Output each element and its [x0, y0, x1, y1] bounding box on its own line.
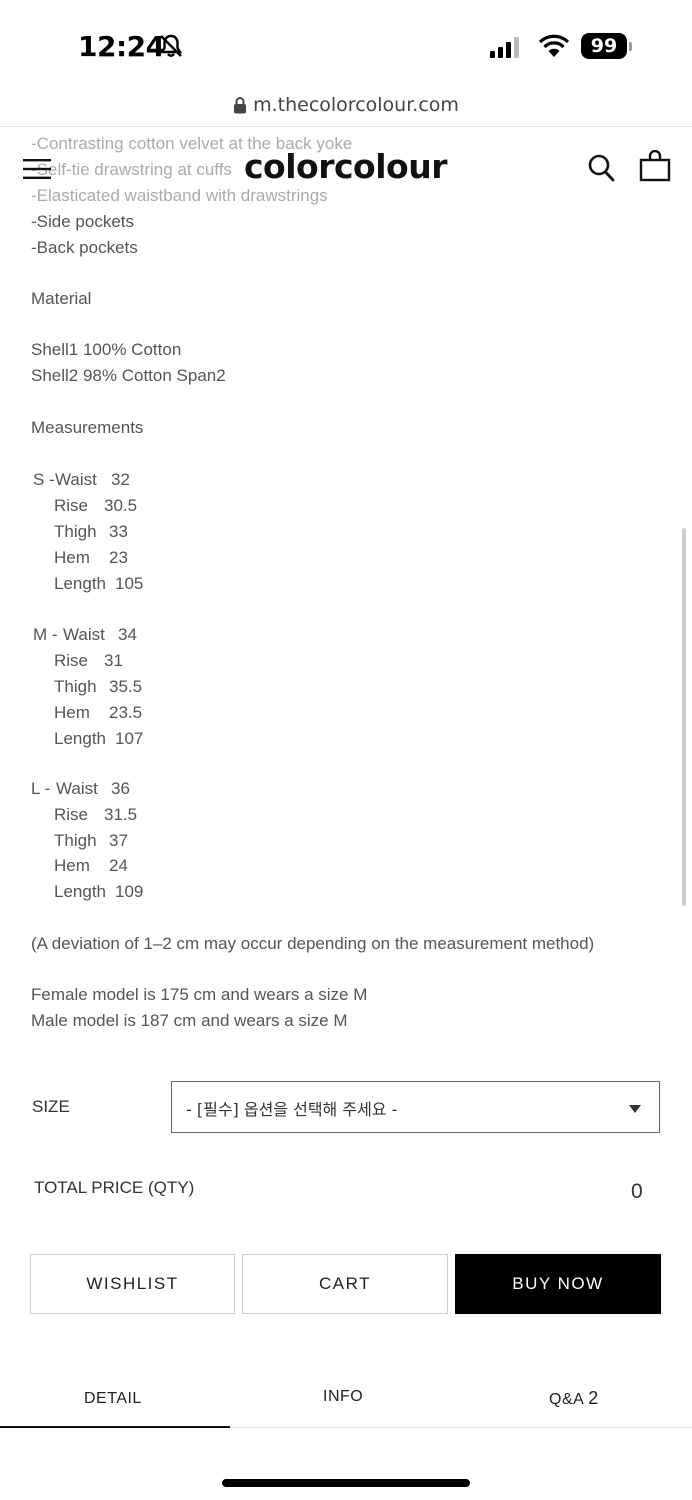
size-label: SIZE [32, 1097, 70, 1116]
shopping-bag-icon[interactable] [639, 150, 671, 182]
tab-qa[interactable]: Q&A 2 [549, 1388, 599, 1409]
feature-line: -Side pockets [31, 212, 134, 231]
measure-name: Waist [63, 625, 105, 644]
total-price-label: TOTAL PRICE (QTY) [34, 1178, 195, 1197]
model-info: Female model is 175 cm and wears a size … [31, 985, 368, 1004]
search-icon[interactable] [587, 153, 615, 183]
measure-name: Thigh [54, 522, 97, 541]
bell-muted-icon [159, 34, 183, 57]
url-divider [0, 126, 692, 127]
measure-value: 31 [104, 651, 123, 670]
measure-name: Length [54, 574, 106, 593]
home-indicator[interactable] [222, 1479, 470, 1487]
material-line: Shell2 98% Cotton Span2 [31, 366, 226, 385]
measure-name: Waist [56, 779, 98, 798]
measure-value: 32 [111, 470, 130, 489]
feature-line: -Back pockets [31, 238, 138, 257]
measure-value: 107 [115, 729, 144, 748]
measure-value: 34 [118, 625, 137, 644]
active-tab-underline [0, 1426, 230, 1428]
measure-name: Thigh [54, 677, 97, 696]
url-text: m.thecolorcolour.com [253, 94, 459, 116]
size-select-placeholder: - [필수] 옵션을 선택해 주세요 - [186, 1100, 398, 1119]
measure-value: 23 [109, 548, 128, 567]
hamburger-menu-icon[interactable] [23, 158, 51, 180]
measure-name: Length [54, 882, 106, 901]
model-info: Male model is 187 cm and wears a size M [31, 1011, 348, 1030]
measure-name: Rise [54, 651, 89, 670]
battery-tip [629, 42, 632, 51]
tab-qa-count: 2 [588, 1388, 599, 1408]
scrollbar[interactable] [682, 528, 686, 906]
tab-detail[interactable]: DETAIL [84, 1390, 142, 1408]
measure-value: 23.5 [109, 703, 143, 722]
url-bar[interactable]: m.thecolorcolour.com [0, 94, 692, 126]
material-heading: Material [31, 289, 92, 308]
buy-now-button[interactable]: BUY NOW [455, 1254, 661, 1314]
size-label-m: M - [33, 625, 58, 644]
measure-value: 109 [115, 882, 144, 901]
size-label-s: S - [33, 470, 55, 489]
measure-name: Hem [54, 548, 90, 567]
measure-value: 31.5 [104, 805, 138, 824]
deviation-note: (A deviation of 1–2 cm may occur dependi… [31, 934, 595, 953]
lock-icon [234, 97, 247, 114]
battery-indicator: 99 [581, 33, 627, 59]
feature-line: -Elasticated waistband with drawstrings [31, 186, 328, 205]
cart-button[interactable]: CART [242, 1254, 448, 1314]
status-time: 12:24 [78, 30, 165, 63]
size-option-select[interactable]: - [필수] 옵션을 선택해 주세요 - [171, 1081, 660, 1133]
measure-name: Hem [54, 856, 90, 875]
material-line: Shell1 100% Cotton [31, 340, 182, 359]
wishlist-button[interactable]: WISHLIST [30, 1254, 235, 1314]
measure-value: 35.5 [109, 677, 143, 696]
cellular-signal-icon [490, 37, 519, 58]
wifi-icon [538, 34, 570, 57]
site-logo[interactable]: colorcolour [244, 147, 447, 186]
measure-value: 30.5 [104, 496, 138, 515]
feature-line: -Self-tie drawstring at cuffs [31, 160, 232, 179]
total-price-value: 0 [631, 1180, 643, 1203]
caret-down-icon [629, 1105, 641, 1113]
tab-info[interactable]: INFO [323, 1388, 363, 1406]
measure-name: Length [54, 729, 106, 748]
tab-divider [230, 1427, 692, 1428]
measure-value: 33 [109, 522, 128, 541]
measure-value: 105 [115, 574, 144, 593]
measure-name: Rise [54, 496, 89, 515]
measure-name: Hem [54, 703, 90, 722]
status-bar: 12:24 99 [0, 0, 692, 92]
measure-name: Thigh [54, 831, 97, 850]
measure-value: 37 [109, 831, 128, 850]
size-label-l: L - [31, 779, 51, 798]
measure-name: Waist [55, 470, 97, 489]
measure-name: Rise [54, 805, 89, 824]
measurements-heading: Measurements [31, 418, 144, 437]
measure-value: 24 [109, 856, 128, 875]
measure-value: 36 [111, 779, 130, 798]
tab-qa-label: Q&A [549, 1391, 585, 1408]
